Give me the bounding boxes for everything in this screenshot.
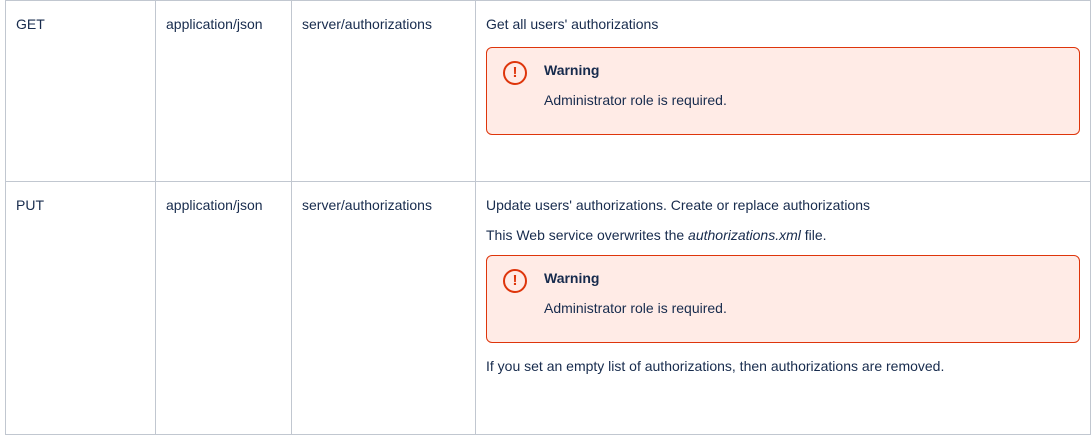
warning-title: Warning bbox=[544, 270, 600, 286]
description-cell: Get all users' authorizations ! Warning … bbox=[475, 0, 1091, 182]
description-text: Update users' authorizations. Create or … bbox=[486, 197, 870, 213]
note-prefix: This Web service overwrites the bbox=[486, 227, 689, 243]
method-cell: GET bbox=[5, 0, 156, 182]
table-row: GET application/json server/authorizatio… bbox=[5, 0, 1091, 182]
warning-title: Warning bbox=[544, 62, 600, 78]
description-cell: Update users' authorizations. Create or … bbox=[475, 181, 1091, 435]
warning-panel: ! Warning Administrator role is required… bbox=[486, 47, 1080, 135]
exclamation-circle-icon: ! bbox=[503, 269, 527, 293]
description-text: Get all users' authorizations bbox=[486, 16, 659, 32]
method-cell: PUT bbox=[5, 181, 156, 435]
footer-note: If you set an empty list of authorizatio… bbox=[486, 358, 945, 374]
warning-text: Administrator role is required. bbox=[544, 300, 727, 316]
path-cell: server/authorizations bbox=[291, 181, 476, 435]
content-type-cell: application/json bbox=[155, 0, 292, 182]
warning-text: Administrator role is required. bbox=[544, 92, 727, 108]
overwrite-note: This Web service overwrites the authoriz… bbox=[486, 225, 1080, 245]
content-type-cell: application/json bbox=[155, 181, 292, 435]
path-cell: server/authorizations bbox=[291, 0, 476, 182]
exclamation-circle-icon: ! bbox=[503, 61, 527, 85]
note-suffix: file. bbox=[800, 227, 827, 243]
api-table: GET application/json server/authorizatio… bbox=[5, 0, 1091, 435]
file-name: authorizations.xml bbox=[688, 227, 801, 243]
warning-panel: ! Warning Administrator role is required… bbox=[486, 255, 1080, 343]
table-row: PUT application/json server/authorizatio… bbox=[5, 181, 1091, 435]
